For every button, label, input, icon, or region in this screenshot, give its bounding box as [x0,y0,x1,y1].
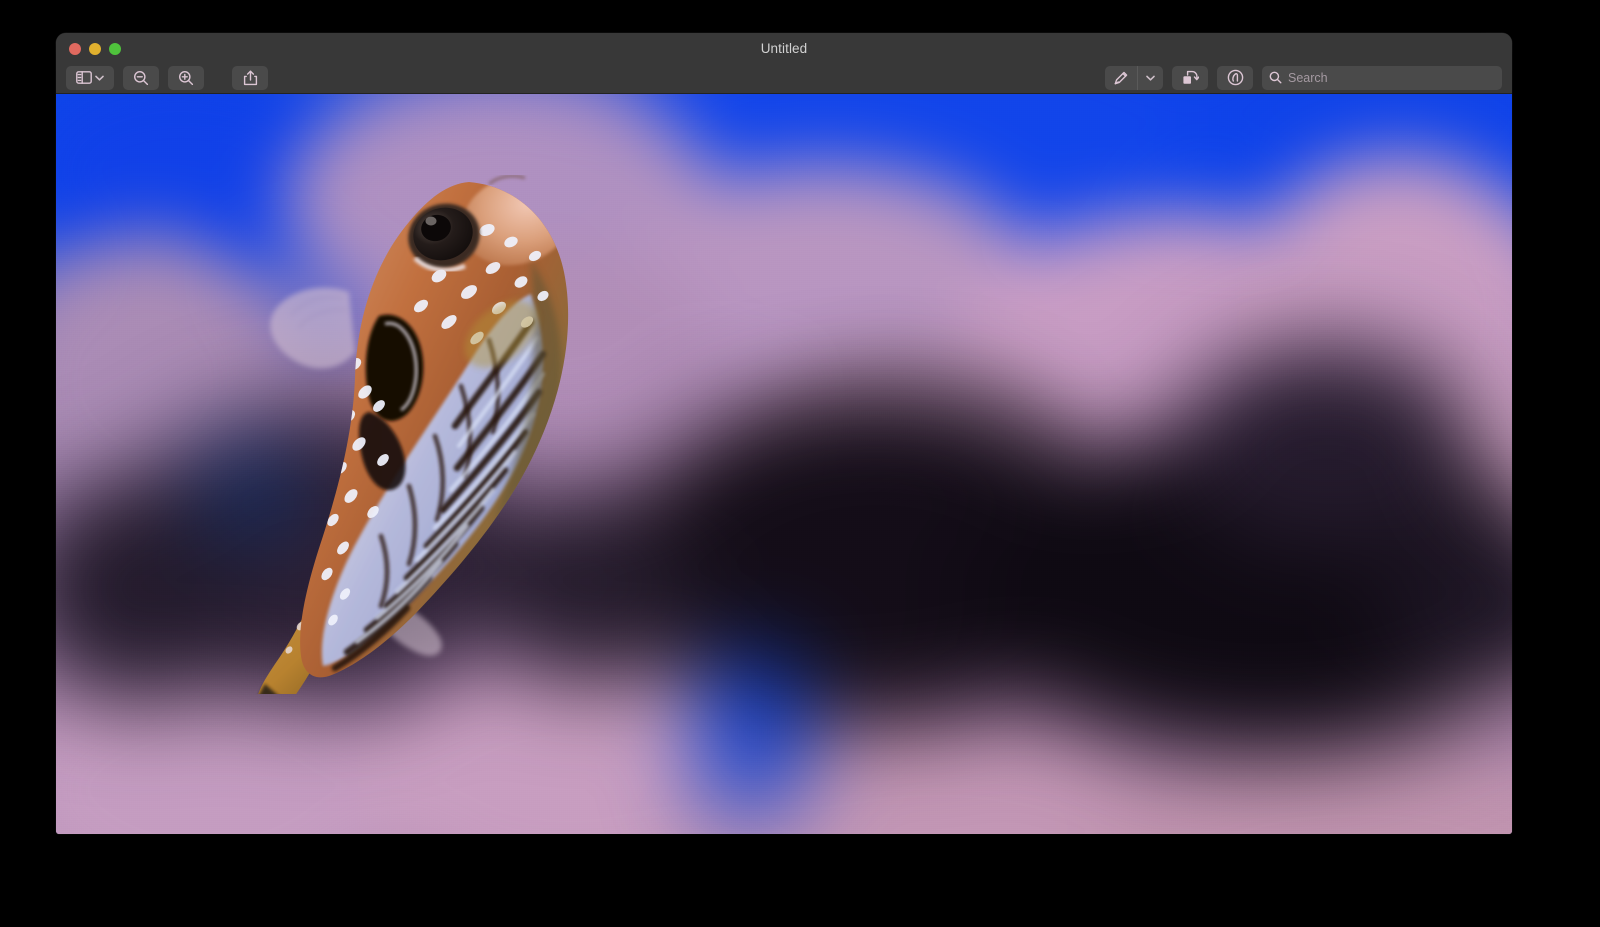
search-input[interactable] [1288,71,1495,85]
image-viewer[interactable] [56,94,1512,834]
annotate-button[interactable] [1217,66,1253,90]
toolbar-right-group [1105,66,1502,90]
markup-control[interactable] [1105,66,1163,90]
rotate-button[interactable] [1172,66,1208,90]
zoom-out-button[interactable] [123,66,159,90]
window-title: Untitled [56,41,1512,56]
annotate-circle-icon [1227,69,1244,86]
search-field[interactable] [1262,66,1502,90]
pectoral-fin [270,288,355,369]
markup-menu-button[interactable] [1138,66,1163,90]
desktop-background: Untitled [0,0,1600,927]
sidebar-toggle-button[interactable] [66,66,114,90]
window-titlebar: Untitled [56,33,1512,94]
magnifier-minus-icon [133,70,149,86]
toolbar-left-group [66,66,268,90]
zoom-in-button[interactable] [168,66,204,90]
sidebar-icon [76,71,92,84]
share-button[interactable] [232,66,268,90]
preview-window: Untitled [56,33,1512,834]
markup-button[interactable] [1105,66,1138,90]
magnifier-plus-icon [178,70,194,86]
share-icon [243,70,258,86]
chevron-down-icon [1146,75,1155,81]
chevron-down-icon [95,75,104,81]
pufferfish [231,164,591,694]
rotate-left-icon [1182,70,1199,86]
toolbar [56,61,1512,94]
dorsal-detail [489,176,525,184]
fish-body [300,164,584,677]
search-icon [1269,71,1282,84]
markup-pen-icon [1113,70,1129,86]
